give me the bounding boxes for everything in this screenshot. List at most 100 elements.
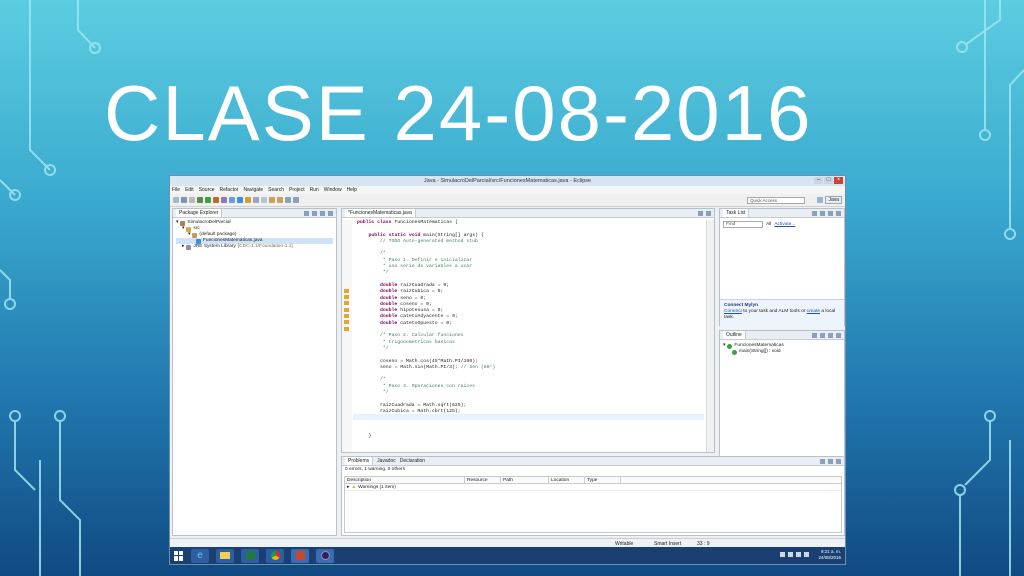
open-type-icon[interactable] <box>245 197 251 203</box>
mylyn-connect-link[interactable]: Connect <box>724 309 742 314</box>
menu-search[interactable]: Search <box>268 186 284 194</box>
maximize-button[interactable]: □ <box>824 177 833 184</box>
menu-navigate[interactable]: Navigate <box>243 186 263 194</box>
collapse-arrow-icon[interactable]: ▾ <box>176 220 178 226</box>
categories-icon[interactable] <box>820 211 825 216</box>
external-tools-icon[interactable] <box>213 197 219 203</box>
debug-icon[interactable] <box>197 197 203 203</box>
quick-access-input[interactable]: Quick Access <box>747 197 805 204</box>
minimize-editor-icon[interactable] <box>698 211 703 216</box>
mylyn-create-link[interactable]: create <box>807 309 820 314</box>
tab-outline[interactable]: Outline <box>723 331 746 339</box>
forward-icon[interactable] <box>293 197 299 203</box>
collapse-arrow-icon[interactable]: ▾ <box>723 343 725 349</box>
chrome-icon[interactable] <box>266 548 284 563</box>
column-location[interactable]: Location <box>549 477 585 483</box>
collapse-arrow-icon[interactable]: ▾ <box>188 232 190 238</box>
menu-project[interactable]: Project <box>289 186 305 194</box>
collapse-all-icon[interactable] <box>304 211 309 216</box>
new-icon[interactable] <box>173 197 179 203</box>
tree-item-jre[interactable]: ▸ JRE System Library [CDC-1.1/Foundation… <box>176 244 333 250</box>
new-package-icon[interactable] <box>229 197 235 203</box>
save-icon[interactable] <box>181 197 187 203</box>
menu-edit[interactable]: Edit <box>185 186 194 194</box>
outline-item-method[interactable]: main(String[]) : void <box>723 349 841 355</box>
hide-static-icon[interactable] <box>828 333 833 338</box>
filter-icon[interactable] <box>828 211 833 216</box>
tab-declaration[interactable]: Declaration <box>400 457 425 465</box>
tab-funciones-matematicas[interactable]: *FuncionesMatematicas.java <box>345 209 416 217</box>
excel-icon[interactable] <box>241 548 259 563</box>
warning-marker-icon[interactable] <box>344 314 349 318</box>
column-description[interactable]: Description <box>345 477 465 483</box>
editor-vertical-scrollbar[interactable] <box>706 220 714 452</box>
jre-version-label: [CDC-1.1/Foundation-1.1] <box>237 244 293 249</box>
previous-annotation-icon[interactable] <box>277 197 283 203</box>
warning-marker-icon[interactable] <box>344 327 349 331</box>
view-menu-icon[interactable] <box>820 459 825 464</box>
view-menu-icon[interactable] <box>320 211 325 216</box>
run-icon[interactable] <box>205 197 211 203</box>
maximize-editor-icon[interactable] <box>706 211 711 216</box>
menu-window[interactable]: Window <box>324 186 342 194</box>
menu-source[interactable]: Source <box>199 186 215 194</box>
java-perspective-button[interactable]: Java <box>825 196 842 204</box>
toolbar: Quick Access Java <box>170 194 845 207</box>
menu-run[interactable]: Run <box>310 186 319 194</box>
toggle-mark-icon[interactable] <box>261 197 267 203</box>
minimize-view-icon[interactable] <box>836 333 841 338</box>
search-icon[interactable] <box>253 197 259 203</box>
next-annotation-icon[interactable] <box>269 197 275 203</box>
close-button[interactable]: × <box>834 177 843 184</box>
menu-refactor[interactable]: Refactor <box>220 186 239 194</box>
minimize-view-icon[interactable] <box>328 211 333 216</box>
tab-task-list[interactable]: Task List <box>723 209 750 217</box>
tab-problems[interactable]: Problems <box>345 457 374 465</box>
sort-icon[interactable] <box>812 333 817 338</box>
eclipse-icon[interactable] <box>316 548 334 563</box>
code-line[interactable]: } <box>357 434 704 440</box>
powerpoint-icon[interactable] <box>291 548 309 563</box>
collapse-arrow-icon[interactable]: ▾ <box>182 226 184 232</box>
minimize-view-icon[interactable] <box>836 211 841 216</box>
table-row[interactable]: ▸ ▲ Warnings (1 item) <box>345 484 841 491</box>
menu-help[interactable]: Help <box>347 186 357 194</box>
minimize-button[interactable]: – <box>814 177 823 184</box>
warning-marker-icon[interactable] <box>344 320 349 324</box>
open-perspective-icon[interactable] <box>817 197 824 203</box>
file-explorer-icon[interactable] <box>216 548 234 563</box>
column-resource[interactable]: Resource <box>465 477 501 483</box>
expand-arrow-icon[interactable]: ▸ <box>347 484 349 491</box>
tray-arrow-icon[interactable] <box>780 552 785 557</box>
column-path[interactable]: Path <box>501 477 549 483</box>
ie-icon[interactable]: e <box>191 548 209 563</box>
expand-arrow-icon[interactable]: ▸ <box>182 244 184 250</box>
new-java-project-icon[interactable] <box>221 197 227 203</box>
warning-marker-icon[interactable] <box>344 301 349 305</box>
column-type[interactable]: Type <box>585 477 621 483</box>
warning-marker-icon[interactable] <box>344 289 349 293</box>
new-task-icon[interactable] <box>812 211 817 216</box>
taskbar-clock[interactable]: 9:21 a. m. 24/08/2016 <box>818 549 841 561</box>
warning-marker-icon[interactable] <box>344 308 349 312</box>
minimize-view-icon[interactable] <box>828 459 833 464</box>
task-find-input[interactable]: Find <box>723 221 763 228</box>
tray-flag-icon[interactable] <box>788 552 793 557</box>
tray-volume-icon[interactable] <box>804 552 809 557</box>
link-editor-icon[interactable] <box>312 211 317 216</box>
start-button[interactable] <box>174 550 184 561</box>
menu-file[interactable]: File <box>172 186 180 194</box>
warning-marker-icon[interactable] <box>344 295 349 299</box>
tab-javadoc[interactable]: Javadoc <box>377 457 396 465</box>
back-icon[interactable] <box>285 197 291 203</box>
method-icon <box>732 349 737 355</box>
tray-network-icon[interactable] <box>796 552 801 557</box>
new-class-icon[interactable] <box>237 197 243 203</box>
hide-fields-icon[interactable] <box>820 333 825 338</box>
code-area[interactable]: public class FuncionesMatematicas { publ… <box>357 220 704 440</box>
task-all-filter[interactable]: All <box>766 222 771 227</box>
task-activate-link[interactable]: Activate... <box>774 222 795 227</box>
print-icon[interactable] <box>189 197 195 203</box>
maximize-view-icon[interactable] <box>836 459 841 464</box>
tab-package-explorer[interactable]: Package Explorer <box>176 209 223 217</box>
